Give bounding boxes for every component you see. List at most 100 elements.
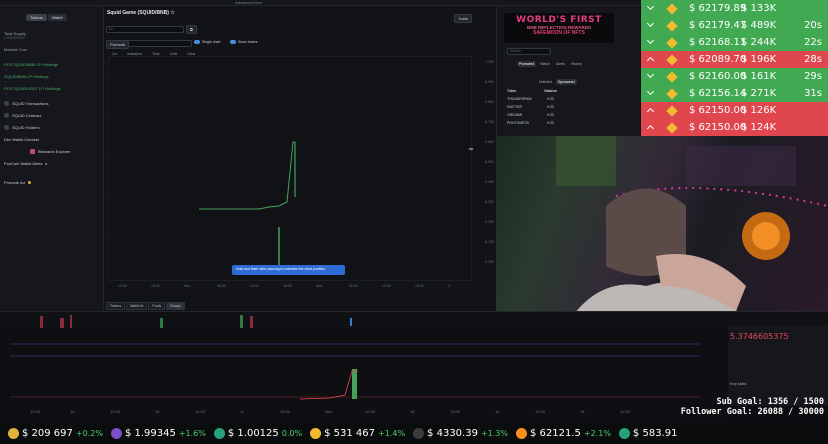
- trade-ticker: $ 62179.89 $ 133K $ 62179.47 $ 489K 20s $ 621…: [641, 0, 828, 136]
- svg-text:12:00: 12:00: [620, 409, 631, 414]
- svg-text:11: 11: [240, 409, 245, 414]
- sidebar-item-explorer[interactable]: Bitsearch Explorer: [4, 149, 99, 154]
- ticker-item: $ 1.00125 0.0%: [213, 428, 303, 439]
- x-tick-label: 18:00: [151, 284, 160, 288]
- chevron-down-icon: [646, 2, 655, 11]
- ticker-price: $ 1.00125: [227, 428, 279, 439]
- row-token: THUNDERPAW: [507, 97, 532, 101]
- lp-sub-3: —: [4, 91, 8, 95]
- trade-row: $ 62179.89 $ 133K: [641, 0, 828, 17]
- tab-promoted[interactable]: Promoted: [517, 61, 537, 67]
- sidebar-item-transactions[interactable]: SQUID Transactions: [4, 101, 99, 106]
- bnb-coin-icon: [665, 104, 679, 118]
- chevron-down-icon: [646, 70, 655, 79]
- trade-volume: $ 124K: [741, 122, 777, 133]
- tab-swaps[interactable]: Swaps: [166, 302, 185, 310]
- tab-tokens[interactable]: Tokens: [106, 302, 126, 310]
- x-tick-label: 06:00: [349, 284, 358, 288]
- single-chart-label: Single chart: [202, 40, 221, 44]
- svg-text:12:00: 12:00: [365, 409, 376, 414]
- sidebar-item-label: SQUID Holders: [12, 125, 40, 130]
- sidebar-item-contract[interactable]: SQUID Contract: [4, 113, 99, 118]
- trade-row: $ 62150.00 $ 126K: [641, 102, 828, 119]
- promote-ad[interactable]: Promote Ad: [4, 180, 99, 185]
- token-wallet-toggle[interactable]: Tokens Wallet: [26, 14, 99, 21]
- sidebar-item-dev-wallet[interactable]: Dev Wallet Checker: [4, 137, 99, 142]
- trade-price: $ 62150.00: [689, 122, 747, 133]
- tab-watch[interactable]: Watch: [538, 61, 552, 67]
- ticker-price: $ 531 467: [324, 428, 376, 439]
- table-row[interactable]: ORIGAMI 0.00: [507, 113, 607, 121]
- trade-price: $ 62089.70: [689, 54, 747, 65]
- chevron-down-icon: [646, 36, 655, 45]
- trade-price: $ 62150.00: [689, 105, 747, 116]
- trade-button[interactable]: Trade: [454, 14, 473, 23]
- trade-volume: $ 133K: [741, 3, 777, 14]
- star-icon[interactable]: ☆: [170, 10, 174, 16]
- banner-line-3: SAFEMOON OF NFTS: [533, 30, 585, 36]
- watch-search-input[interactable]: Search: [507, 48, 551, 55]
- trade-age: 20s: [804, 20, 822, 31]
- trade-row: $ 62156.14 $ 271K 31s: [641, 85, 828, 102]
- coin-icon: [213, 428, 225, 439]
- y-tick-label: 0.000: [485, 260, 494, 264]
- subtab-sponsored[interactable]: Sponsored: [555, 79, 577, 85]
- promote-button[interactable]: Promote: [106, 40, 130, 49]
- top-strip-title: Advanced Now: [235, 0, 262, 5]
- tab-pools[interactable]: Pools: [148, 302, 166, 310]
- svg-text:Nov: Nov: [325, 409, 332, 414]
- explorer-icon: [30, 149, 35, 154]
- table-row[interactable]: DWTTER 0.00: [507, 105, 607, 113]
- tab-history[interactable]: History: [569, 61, 584, 67]
- ticker-change: 0.0%: [281, 429, 303, 438]
- toggle-wallet[interactable]: Wallet: [47, 14, 67, 21]
- row-balance: 0.00: [547, 121, 554, 125]
- price-chart-svg: [109, 76, 473, 272]
- tab-alerts[interactable]: Alerts: [554, 61, 567, 67]
- table-row[interactable]: PROTOMETA 0.00: [507, 121, 607, 129]
- ticker-price: $ 62121.5: [529, 428, 581, 439]
- y-tick-label: 0.700: [485, 120, 494, 124]
- toggle-switch-icon: [194, 40, 200, 44]
- toggle-tokens[interactable]: Tokens: [26, 14, 47, 21]
- sidebar-item-label: Bitsearch Explorer: [38, 149, 71, 154]
- bnb-coin-icon: [665, 36, 679, 50]
- ticker-change: +1.6%: [178, 429, 206, 438]
- trade-row: $ 62179.47 $ 489K 20s: [641, 17, 828, 34]
- pair-address-input[interactable]: [128, 40, 192, 47]
- ticker-change: +2.1%: [583, 429, 611, 438]
- sidebar-item-label: SQUID Contract: [12, 113, 41, 118]
- bnb-coin-icon: [665, 19, 679, 33]
- x-tick-label: 06:00: [217, 284, 226, 288]
- right-tabs: Promoted Watch Alerts History: [517, 61, 584, 67]
- lower-chart[interactable]: 12:00 18 12:00 18 12:00 11 12:00 Nov 12:00 18 1…: [0, 329, 728, 423]
- price-chart[interactable]: [108, 56, 473, 281]
- sidebar-item-wallet-alerts[interactable]: PooCoin Wallet Alerts ▸: [4, 161, 99, 166]
- bnb-coin-icon: [665, 2, 679, 16]
- sidebar-item-label: SQUID Transactions: [12, 101, 49, 106]
- table-row[interactable]: THUNDERPAW 0.00: [507, 97, 607, 105]
- copy-icon[interactable]: ⧉: [186, 25, 197, 34]
- trade-volume: $ 489K: [741, 20, 777, 31]
- sidebar-item-holders[interactable]: SQUID Holders: [4, 125, 99, 130]
- lp-sub-1: —: [4, 67, 8, 71]
- row-balance: 0.00: [547, 97, 554, 101]
- y-tick-label: 0.400: [485, 180, 494, 184]
- svg-text:18: 18: [495, 409, 500, 414]
- coin-icon: [8, 428, 19, 439]
- ad-banner[interactable]: WORLD'S FIRST BNB REFLECTION REWARDS SAF…: [504, 13, 614, 43]
- trade-age: 28s: [804, 54, 822, 65]
- tab-wallet-tx[interactable]: Wallet tx: [126, 302, 148, 310]
- chevron-down-icon: [646, 19, 655, 28]
- y-tick-label: 1.000: [485, 60, 494, 64]
- token-address-input[interactable]: 0x...: [106, 26, 184, 33]
- trade-price: $ 62179.89: [689, 3, 747, 14]
- subtab-unlisted[interactable]: Unlisted: [537, 79, 554, 85]
- show-trades-toggle[interactable]: Show trades: [230, 40, 257, 44]
- toggle-switch-icon: [230, 40, 236, 44]
- single-chart-toggle[interactable]: Single chart: [194, 40, 220, 44]
- y-tick-label: 0.900: [485, 80, 494, 84]
- coin-icon: [515, 428, 527, 439]
- chevron-right-icon: ▸: [45, 161, 48, 166]
- chart-panel: Squid Game (SQUID/BNB) ☆ 0x... ⧉ Promote…: [104, 6, 496, 311]
